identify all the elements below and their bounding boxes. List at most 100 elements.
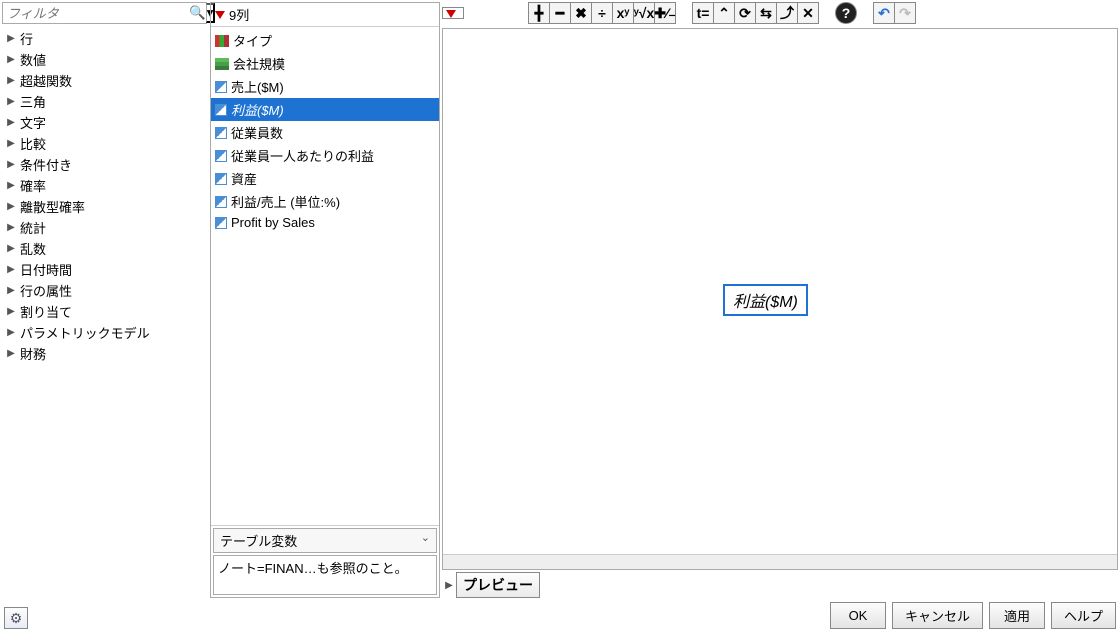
- category-item[interactable]: ▶統計: [0, 217, 209, 238]
- column-item[interactable]: 利益/売上 (単位:%): [211, 190, 439, 213]
- column-item[interactable]: 会社規模: [211, 52, 439, 75]
- category-item[interactable]: ▶文字: [0, 112, 209, 133]
- category-label: 文字: [18, 113, 46, 132]
- continuous-icon: [215, 127, 227, 139]
- ordinal-icon: [215, 58, 229, 70]
- root-button[interactable]: ʸ√x: [633, 2, 655, 24]
- table-variable-dropdown[interactable]: テーブル変数 ⌄: [213, 528, 437, 553]
- formula-token[interactable]: 利益($M): [723, 284, 808, 316]
- disclosure-icon: [215, 11, 225, 19]
- category-label: 割り当て: [18, 302, 72, 321]
- column-item[interactable]: 従業員一人あたりの利益: [211, 144, 439, 167]
- preview-section: ▶ プレビュー: [442, 570, 1118, 598]
- formula-editor[interactable]: 利益($M): [442, 28, 1118, 570]
- column-item[interactable]: 売上($M): [211, 75, 439, 98]
- category-item[interactable]: ▶行: [0, 28, 209, 49]
- category-label: 確率: [18, 176, 46, 195]
- category-item[interactable]: ▶数値: [0, 49, 209, 70]
- subtract-button[interactable]: ━: [549, 2, 571, 24]
- unpeel-button[interactable]: ⤴: [776, 2, 798, 24]
- category-label: 統計: [18, 218, 46, 237]
- chevron-down-icon: ⌄: [421, 531, 430, 550]
- continuous-icon: [215, 81, 227, 93]
- column-item[interactable]: Profit by Sales: [211, 213, 439, 232]
- category-item[interactable]: ▶パラメトリックモデル: [0, 322, 209, 343]
- disclosure-triangle-icon: ▶: [4, 285, 18, 296]
- disclosure-triangle-icon: ▶: [4, 33, 18, 44]
- column-label: タイプ: [233, 31, 272, 50]
- category-item[interactable]: ▶三角: [0, 91, 209, 112]
- continuous-icon: [215, 217, 227, 229]
- plusminus-button[interactable]: ✚⁄₋: [654, 2, 676, 24]
- column-label: 従業員数: [231, 123, 283, 142]
- category-label: 行: [18, 29, 33, 48]
- column-label: 従業員一人あたりの利益: [231, 146, 374, 165]
- horizontal-scrollbar[interactable]: [443, 554, 1117, 569]
- preview-button[interactable]: プレビュー: [456, 572, 540, 598]
- category-label: 超越関数: [18, 71, 72, 90]
- disclosure-triangle-icon: ▶: [4, 243, 18, 254]
- gear-icon[interactable]: ⚙: [4, 607, 28, 629]
- column-label: 利益/売上 (単位:%): [231, 192, 340, 211]
- category-label: パラメトリックモデル: [18, 323, 150, 342]
- disclosure-triangle-icon: ▶: [4, 180, 18, 191]
- dialog-button-bar: OK キャンセル 適用 ヘルプ: [830, 602, 1116, 629]
- category-item[interactable]: ▶財務: [0, 343, 209, 364]
- category-item[interactable]: ▶条件付き: [0, 154, 209, 175]
- column-item[interactable]: 従業員数: [211, 121, 439, 144]
- redo-button[interactable]: ↷: [894, 2, 916, 24]
- disclosure-triangle-icon: ▶: [4, 159, 18, 170]
- undo-button[interactable]: ↶: [873, 2, 895, 24]
- category-item[interactable]: ▶日付時間: [0, 259, 209, 280]
- category-item[interactable]: ▶行の属性: [0, 280, 209, 301]
- formula-toolbar: ╋ ━ ✖ ÷ xʸ ʸ√x ✚⁄₋ t= ⌃ ⟳ ⇆ ⤴ ✕ ?: [442, 2, 1118, 28]
- disclosure-triangle-icon: ▶: [4, 54, 18, 65]
- continuous-icon: [215, 104, 227, 116]
- editor-options-button[interactable]: [442, 7, 464, 19]
- disclosure-triangle-icon: ▶: [4, 96, 18, 107]
- column-label: Profit by Sales: [231, 215, 315, 230]
- disclosure-triangle-icon: ▶: [4, 264, 18, 275]
- disclosure-triangle-icon: ▶: [4, 138, 18, 149]
- column-item[interactable]: 資産: [211, 167, 439, 190]
- ok-button[interactable]: OK: [830, 602, 886, 629]
- help-icon[interactable]: ?: [835, 2, 857, 24]
- column-label: 利益($M): [231, 100, 284, 119]
- category-item[interactable]: ▶比較: [0, 133, 209, 154]
- filter-input[interactable]: [3, 3, 189, 23]
- table-variable-label: テーブル変数: [220, 531, 297, 550]
- category-label: 財務: [18, 344, 46, 363]
- formula-editor-panel: ╋ ━ ✖ ÷ xʸ ʸ√x ✚⁄₋ t= ⌃ ⟳ ⇆ ⤴ ✕ ?: [440, 0, 1120, 600]
- category-item[interactable]: ▶超越関数: [0, 70, 209, 91]
- category-item[interactable]: ▶割り当て: [0, 301, 209, 322]
- continuous-icon: [215, 150, 227, 162]
- continuous-icon: [215, 196, 227, 208]
- cancel-button[interactable]: キャンセル: [892, 602, 983, 629]
- peek-button[interactable]: ⌃: [713, 2, 735, 24]
- nominal-icon: [215, 35, 229, 47]
- search-icon[interactable]: 🔍: [189, 3, 206, 23]
- disclosure-triangle-icon[interactable]: ▶: [442, 580, 456, 591]
- divide-button[interactable]: ÷: [591, 2, 613, 24]
- paren-button[interactable]: t=: [692, 2, 714, 24]
- column-item[interactable]: タイプ: [211, 29, 439, 52]
- rotate-button[interactable]: ⟳: [734, 2, 756, 24]
- apply-button[interactable]: 適用: [989, 602, 1045, 629]
- category-label: 三角: [18, 92, 46, 111]
- category-label: 乱数: [18, 239, 46, 258]
- multiply-button[interactable]: ✖: [570, 2, 592, 24]
- category-label: 条件付き: [18, 155, 72, 174]
- help-button[interactable]: ヘルプ: [1051, 602, 1116, 629]
- category-item[interactable]: ▶離散型確率: [0, 196, 209, 217]
- power-button[interactable]: xʸ: [612, 2, 634, 24]
- column-list-header[interactable]: 9列: [211, 3, 439, 27]
- continuous-icon: [215, 173, 227, 185]
- column-item[interactable]: 利益($M): [211, 98, 439, 121]
- category-label: 数値: [18, 50, 46, 69]
- add-button[interactable]: ╋: [528, 2, 550, 24]
- delete-button[interactable]: ✕: [797, 2, 819, 24]
- swap-button[interactable]: ⇆: [755, 2, 777, 24]
- column-count-label: 9列: [229, 5, 249, 24]
- category-item[interactable]: ▶確率: [0, 175, 209, 196]
- category-item[interactable]: ▶乱数: [0, 238, 209, 259]
